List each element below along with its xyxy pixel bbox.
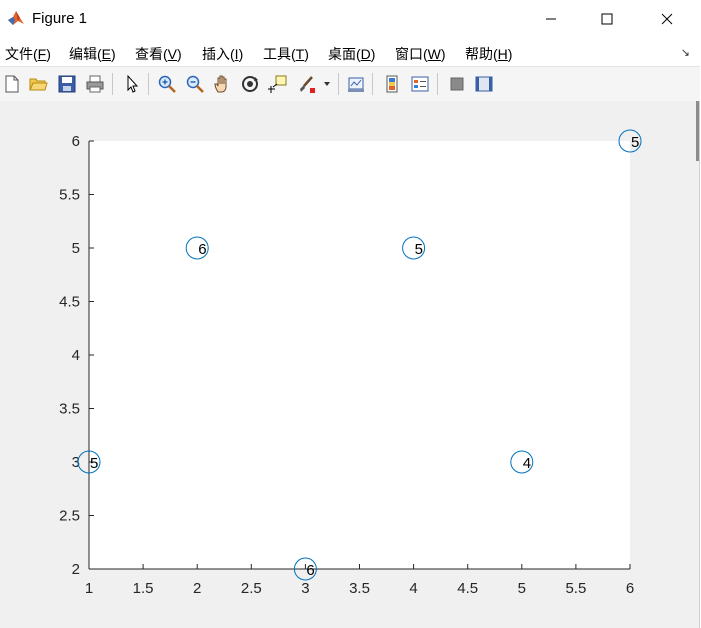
- data-point-label: 5: [90, 455, 98, 472]
- menu-tools[interactable]: 工具(T): [263, 44, 309, 64]
- data-cursor-button[interactable]: [266, 72, 290, 96]
- print-button[interactable]: [83, 72, 107, 96]
- x-tick-label: 6: [626, 580, 634, 597]
- toolbar-separator: [112, 73, 113, 95]
- save-button[interactable]: [55, 72, 79, 96]
- menu-file[interactable]: 文件(F): [5, 44, 51, 64]
- y-tick-label: 3: [72, 454, 80, 471]
- window-edge-scrollbar: [696, 101, 699, 161]
- colorbar-button[interactable]: [380, 72, 404, 96]
- x-tick-label: 2.5: [241, 580, 262, 597]
- y-tick-label: 2.5: [59, 508, 80, 525]
- menu-window[interactable]: 窗口(W): [395, 44, 446, 64]
- menu-bar: 文件(F) 编辑(E) 查看(V) 插入(I) 工具(T) 桌面(D) 窗口(W…: [0, 38, 700, 66]
- rotate-3d-icon: [242, 76, 258, 92]
- figure-toolbar: [0, 66, 700, 102]
- x-tick-label: 3.5: [349, 580, 370, 597]
- y-tick-label: 4: [72, 347, 80, 364]
- y-tick-label: 6: [72, 133, 80, 150]
- y-tick-label: 4.5: [59, 294, 80, 311]
- toolbar-separator: [437, 73, 438, 95]
- link-plot-button[interactable]: [344, 72, 368, 96]
- toolbar-separator: [148, 73, 149, 95]
- title-bar: Figure 1: [0, 0, 700, 38]
- menu-desktop[interactable]: 桌面(D): [328, 44, 375, 64]
- brush-icon: [300, 76, 315, 93]
- data-point-label: 6: [198, 241, 206, 258]
- data-point-label: 6: [306, 562, 314, 579]
- dock-arrow-icon[interactable]: ↘: [681, 46, 690, 59]
- menu-edit[interactable]: 编辑(E): [69, 44, 116, 64]
- matlab-logo-icon: [8, 11, 24, 25]
- data-point-label: 5: [415, 241, 423, 258]
- figure-window: Figure 1 文件(F) 编辑(E) 查看(V) 插入(I) 工具(T) 桌…: [0, 0, 700, 628]
- scatter-plot: 1 1.5 2 2.5 3 3.5 4 4.5 5 5.5 6 2 2.5 3 3.5 4 4.5 5 5.5 6 5 6…: [59, 129, 642, 597]
- menu-help[interactable]: 帮助(H): [465, 44, 512, 64]
- x-tick-label: 3: [301, 580, 309, 597]
- x-tick-label: 1: [85, 580, 93, 597]
- y-tick-label: 5: [72, 240, 80, 257]
- y-tick-label: 5.5: [59, 187, 80, 204]
- print-icon: [86, 75, 104, 93]
- axes-background: [89, 141, 630, 569]
- x-tick-label: 5: [518, 580, 526, 597]
- maximize-icon: [601, 13, 613, 25]
- window-title: Figure 1: [32, 10, 88, 27]
- link-plot-icon: [348, 77, 364, 92]
- toolbar-separator: [338, 73, 339, 95]
- hide-plot-tools-icon: [450, 77, 464, 91]
- x-tick-label: 1.5: [133, 580, 154, 597]
- toolbar-separator: [372, 73, 373, 95]
- y-tick-label: 3.5: [59, 401, 80, 418]
- menu-view[interactable]: 查看(V): [135, 44, 182, 64]
- new-figure-icon: [5, 75, 19, 93]
- new-figure-button[interactable]: [0, 72, 24, 96]
- select-pointer-button[interactable]: [120, 72, 144, 96]
- show-plot-tools-button[interactable]: [472, 72, 496, 96]
- zoom-out-icon: [186, 75, 204, 93]
- save-icon: [58, 75, 76, 93]
- show-plot-tools-icon: [475, 76, 493, 92]
- zoom-in-icon: [158, 75, 176, 93]
- colorbar-icon: [386, 75, 398, 93]
- select-pointer-icon: [127, 74, 139, 93]
- open-file-button[interactable]: [26, 72, 50, 96]
- menu-insert[interactable]: 插入(I): [202, 44, 243, 64]
- x-tick-label: 4: [409, 580, 417, 597]
- x-tick-label: 5.5: [565, 580, 586, 597]
- pan-button[interactable]: [210, 72, 234, 96]
- figure-canvas[interactable]: 1 1.5 2 2.5 3 3.5 4 4.5 5 5.5 6 2 2.5 3 3.5 4 4.5 5 5.5 6 5 6…: [0, 101, 697, 628]
- minimize-icon: [546, 18, 556, 20]
- minimize-button[interactable]: [528, 0, 574, 38]
- legend-button[interactable]: [408, 72, 432, 96]
- open-file-icon: [29, 78, 48, 91]
- brush-dropdown-icon[interactable]: [323, 81, 331, 87]
- pan-hand-icon: [214, 75, 227, 93]
- zoom-in-button[interactable]: [155, 72, 179, 96]
- x-tick-label: 4.5: [457, 580, 478, 597]
- data-cursor-icon: [268, 75, 287, 93]
- close-button[interactable]: [644, 0, 690, 38]
- data-point-label: 4: [523, 455, 531, 472]
- zoom-out-button[interactable]: [183, 72, 207, 96]
- data-point-label: 5: [631, 134, 639, 151]
- close-icon: [661, 13, 673, 25]
- y-tick-label: 2: [72, 561, 80, 578]
- rotate-3d-button[interactable]: [238, 72, 262, 96]
- brush-button[interactable]: [294, 72, 318, 96]
- x-tick-label: 2: [193, 580, 201, 597]
- hide-plot-tools-button[interactable]: [445, 72, 469, 96]
- legend-icon: [411, 76, 429, 92]
- maximize-button[interactable]: [584, 0, 630, 38]
